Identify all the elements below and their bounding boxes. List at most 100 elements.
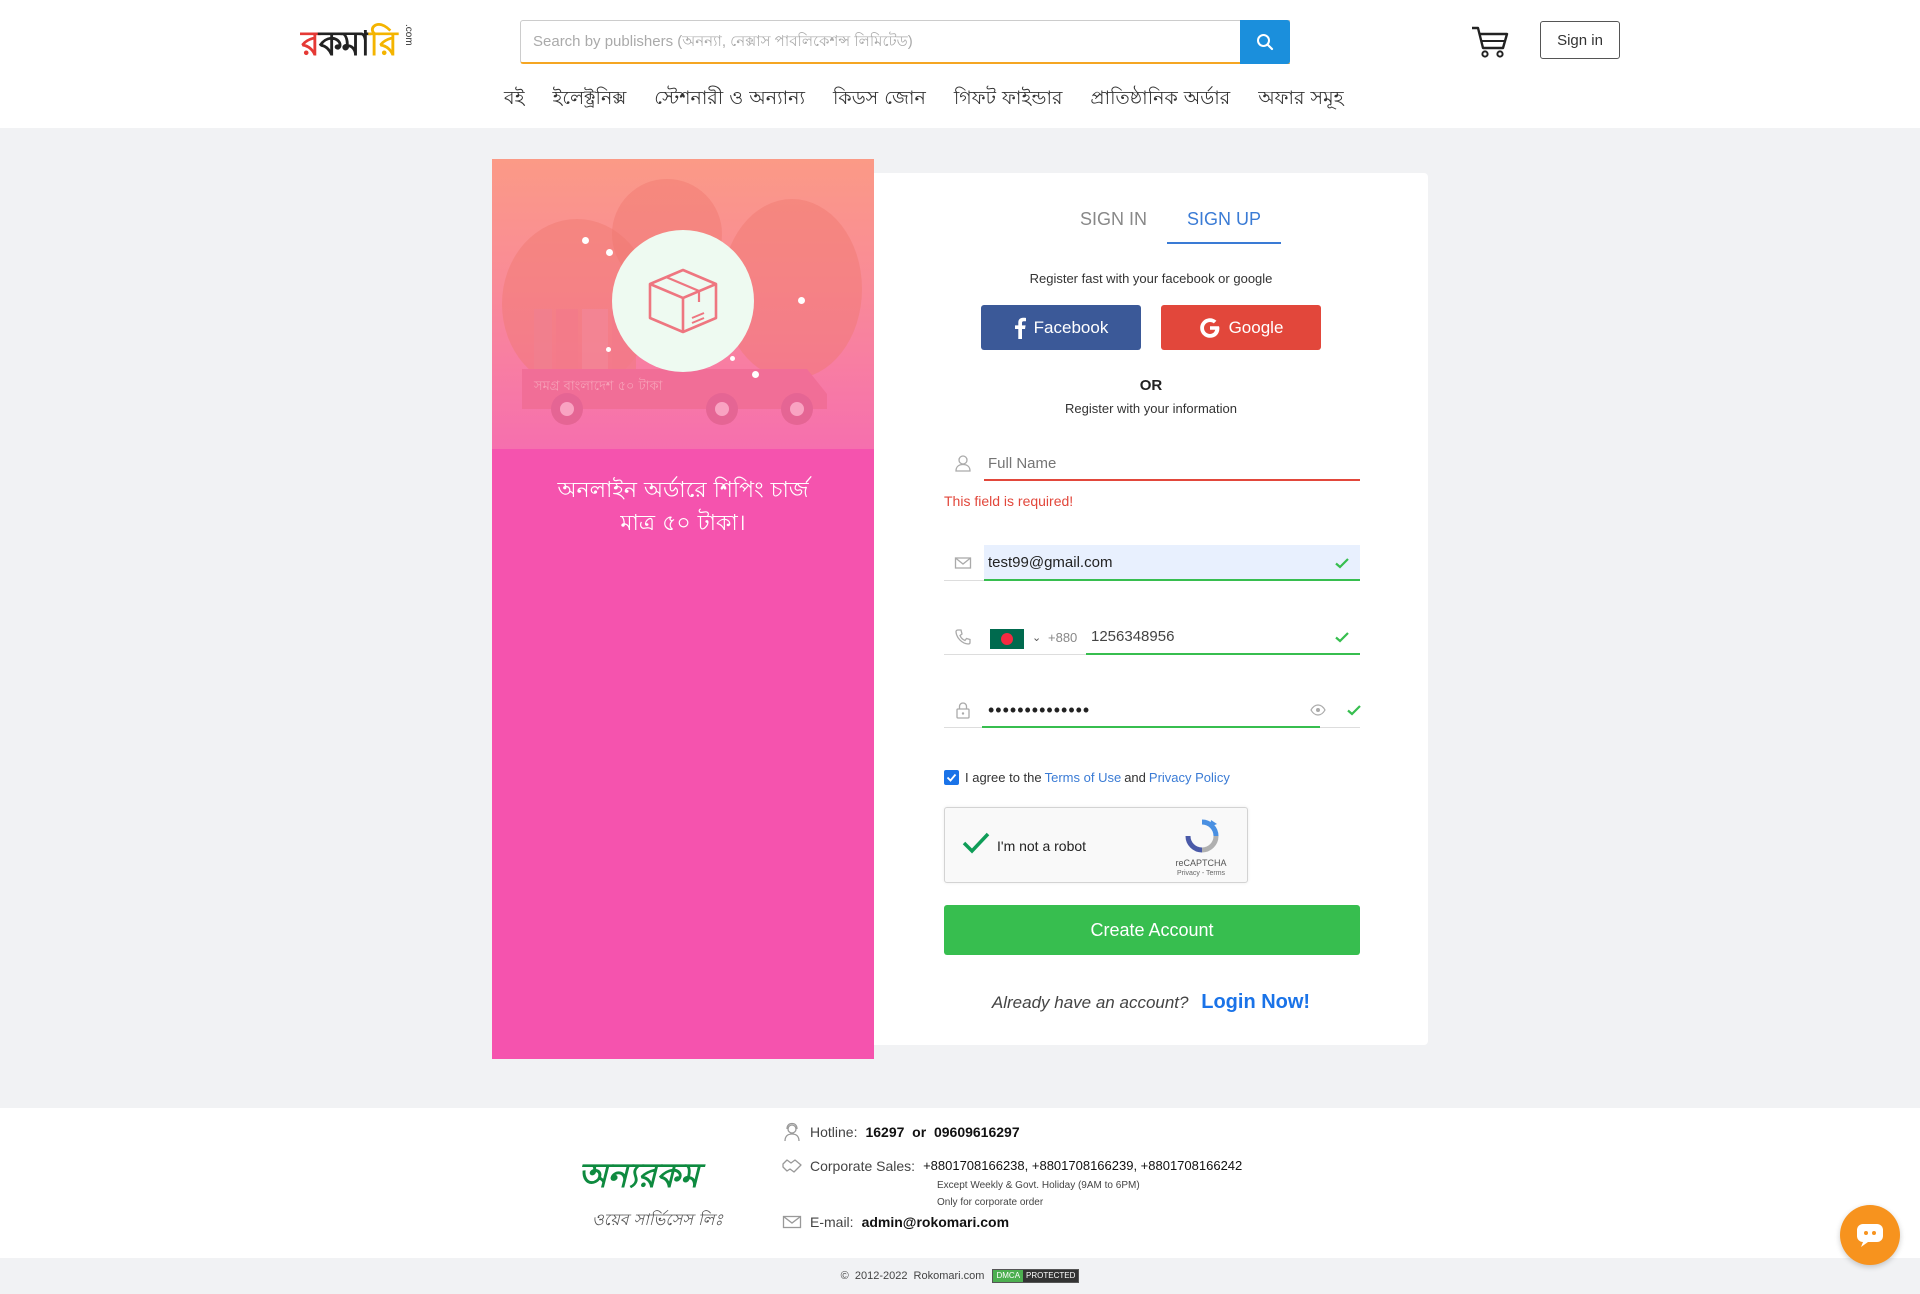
corporate-order-note: Only for corporate order xyxy=(937,1197,1044,1208)
tab-sign-in[interactable]: SIGN IN xyxy=(1060,209,1167,244)
corporate-value: +8801708166238, +8801708166239, +8801708… xyxy=(923,1158,1243,1173)
terms-checkbox[interactable] xyxy=(944,770,959,785)
support-agent-icon xyxy=(784,1122,800,1142)
login-now-link[interactable]: Login Now! xyxy=(1201,991,1310,1013)
nav-item-institutional-order[interactable]: প্রাতিষ্ঠানিক অর্ডার xyxy=(1076,84,1244,116)
search-box xyxy=(520,20,1290,64)
signup-card: SIGN IN SIGN UP Register fast with your … xyxy=(874,173,1428,1045)
onnorokom-logo: অন্যরকম ওয়েব সার্ভিসেস লিঃ xyxy=(578,1150,738,1229)
phone-valid-check-icon xyxy=(1335,632,1349,643)
login-prompt: Already have an account? Login Now! xyxy=(874,991,1428,1014)
facebook-icon xyxy=(1014,317,1026,339)
logo-letter: রি xyxy=(369,24,397,64)
email-valid-underline xyxy=(984,579,1360,581)
facebook-button[interactable]: Facebook xyxy=(981,305,1141,350)
footer-logo-main: অন্যরকম xyxy=(578,1156,699,1196)
chat-icon xyxy=(1857,1224,1883,1247)
site-header: রকমারি .com Sign in বই ইলেক্ট্রনিক্স স্ট… xyxy=(0,0,1920,128)
password-input[interactable]: •••••••••••••• xyxy=(984,692,1314,728)
create-account-button[interactable]: Create Account xyxy=(944,905,1360,955)
envelope-icon xyxy=(782,1215,802,1229)
logo-wordmark: রকমারি xyxy=(301,18,413,75)
phone-valid-underline xyxy=(1086,653,1360,655)
recaptcha-widget: I'm not a robot reCAPTCHA Privacy - Term… xyxy=(944,807,1248,883)
dmca-badge-b: PROTECTED xyxy=(1023,1270,1079,1282)
eye-icon[interactable] xyxy=(1310,703,1326,717)
privacy-policy-link[interactable]: Privacy Policy xyxy=(1149,770,1230,785)
recaptcha-brand: reCAPTCHA xyxy=(1175,858,1227,868)
rokomari-logo[interactable]: রকমারি .com xyxy=(301,18,414,66)
package-icon xyxy=(648,268,718,334)
email-value[interactable]: admin@rokomari.com xyxy=(862,1214,1009,1230)
google-button[interactable]: Google xyxy=(1161,305,1321,350)
password-valid-underline xyxy=(982,726,1320,728)
logo-suffix: .com xyxy=(403,24,414,46)
auth-tabs: SIGN IN SIGN UP xyxy=(1060,209,1282,244)
bangladesh-flag-icon[interactable] xyxy=(990,629,1024,649)
email-input[interactable]: test99@gmail.com xyxy=(984,545,1360,581)
nav-item-books[interactable]: বই xyxy=(490,84,538,116)
promo-message: অনলাইন অর্ডারে শিপিং চার্জ মাত্র ৫০ টাকা… xyxy=(492,474,874,540)
promo-illustration: সমগ্র বাংলাদেশ ৫০ টাকা xyxy=(492,159,874,449)
terms-and: and xyxy=(1124,770,1146,785)
search-icon xyxy=(1257,34,1274,51)
google-icon xyxy=(1199,317,1219,338)
nav-item-gift-finder[interactable]: গিফট ফাইন্ডার xyxy=(940,84,1077,116)
country-dropdown-chevron-icon[interactable]: ⌄ xyxy=(1032,631,1041,644)
promo-line-1: অনলাইন অর্ডারে শিপিং চার্জ xyxy=(557,478,809,503)
hotline-row: Hotline: 16297 or 09609616297 xyxy=(782,1122,1020,1142)
logo-letter: র xyxy=(301,24,320,64)
register-fast-text: Register fast with your facebook or goog… xyxy=(1029,271,1273,286)
copyright-text: © 2012-2022 Rokomari.com xyxy=(840,1270,985,1282)
dmca-badge[interactable]: DMCA PROTECTED xyxy=(992,1269,1080,1283)
nav-item-electronics[interactable]: ইলেক্ট্রনিক্স xyxy=(538,84,640,116)
register-info-text: Register with your information xyxy=(1065,401,1237,416)
password-field: •••••••••••••• xyxy=(944,692,1361,728)
promo-panel: সমগ্র বাংলাদেশ ৫০ টাকা অনলাইন অর্ডারে শি… xyxy=(492,159,874,1059)
recaptcha-terms[interactable]: Privacy - Terms xyxy=(1161,870,1241,877)
fullname-input[interactable] xyxy=(984,445,1360,481)
hotline-value: 16297 or 09609616297 xyxy=(865,1124,1020,1140)
nav-item-offers[interactable]: অফার সমূহ xyxy=(1244,84,1357,116)
google-button-label: Google xyxy=(1228,317,1284,337)
checkmark-icon xyxy=(946,773,957,782)
envelope-icon xyxy=(954,557,972,569)
tab-sign-up[interactable]: SIGN UP xyxy=(1167,209,1282,244)
corporate-sales-row: Corporate Sales: +8801708166238, +880170… xyxy=(782,1158,1242,1176)
promo-line-2: মাত্র ৫০ টাকা। xyxy=(620,511,746,536)
email-row: E-mail: admin@rokomari.com xyxy=(782,1214,1009,1232)
handshake-icon xyxy=(782,1159,802,1173)
recaptcha-logo-icon xyxy=(1185,819,1219,853)
terms-agreement: I agree to the Terms of Use and Privacy … xyxy=(944,770,1230,785)
password-valid-check-icon xyxy=(1347,705,1361,716)
search-input[interactable] xyxy=(521,21,1289,62)
package-icon-circle xyxy=(612,230,754,372)
header-signin-button[interactable]: Sign in xyxy=(1540,21,1620,59)
nav-item-stationery[interactable]: স্টেশনারী ও অন্যান্য xyxy=(640,84,819,116)
nav-item-kids-zone[interactable]: কিডস জোন xyxy=(819,84,940,116)
recaptcha-label: I'm not a robot xyxy=(997,838,1087,854)
fullname-error-underline xyxy=(984,479,1360,481)
phone-input[interactable]: 1256348956 xyxy=(1086,619,1360,655)
site-footer: অন্যরকম ওয়েব সার্ভিসেস লিঃ Hotline: 162… xyxy=(0,1108,1920,1258)
phone-icon xyxy=(955,629,971,645)
copyright-bar: © 2012-2022 Rokomari.com DMCA PROTECTED xyxy=(0,1258,1920,1294)
email-field: test99@gmail.com xyxy=(944,545,1360,581)
lock-icon xyxy=(956,702,970,719)
recaptcha-checked-icon[interactable] xyxy=(961,828,991,858)
search-button[interactable] xyxy=(1240,20,1290,64)
footer-logo-sub: ওয়েব সার্ভিসেস লিঃ xyxy=(592,1210,724,1229)
terms-prefix: I agree to the xyxy=(965,770,1042,785)
email-valid-check-icon xyxy=(1335,558,1349,569)
chat-widget-button[interactable] xyxy=(1840,1205,1900,1265)
terms-of-use-link[interactable]: Terms of Use xyxy=(1045,770,1122,785)
or-divider: OR xyxy=(1139,377,1163,394)
user-icon xyxy=(955,455,971,472)
logo-letter: মা xyxy=(341,24,371,64)
dial-code: +880 xyxy=(1048,630,1078,645)
email-label: E-mail: xyxy=(810,1214,854,1230)
main-nav: বই ইলেক্ট্রনিক্স স্টেশনারী ও অন্যান্য কি… xyxy=(490,84,1358,116)
already-have-account-text: Already have an account? xyxy=(991,993,1189,1012)
logo-letter: ক xyxy=(318,24,343,64)
cart-icon[interactable] xyxy=(1470,24,1510,60)
